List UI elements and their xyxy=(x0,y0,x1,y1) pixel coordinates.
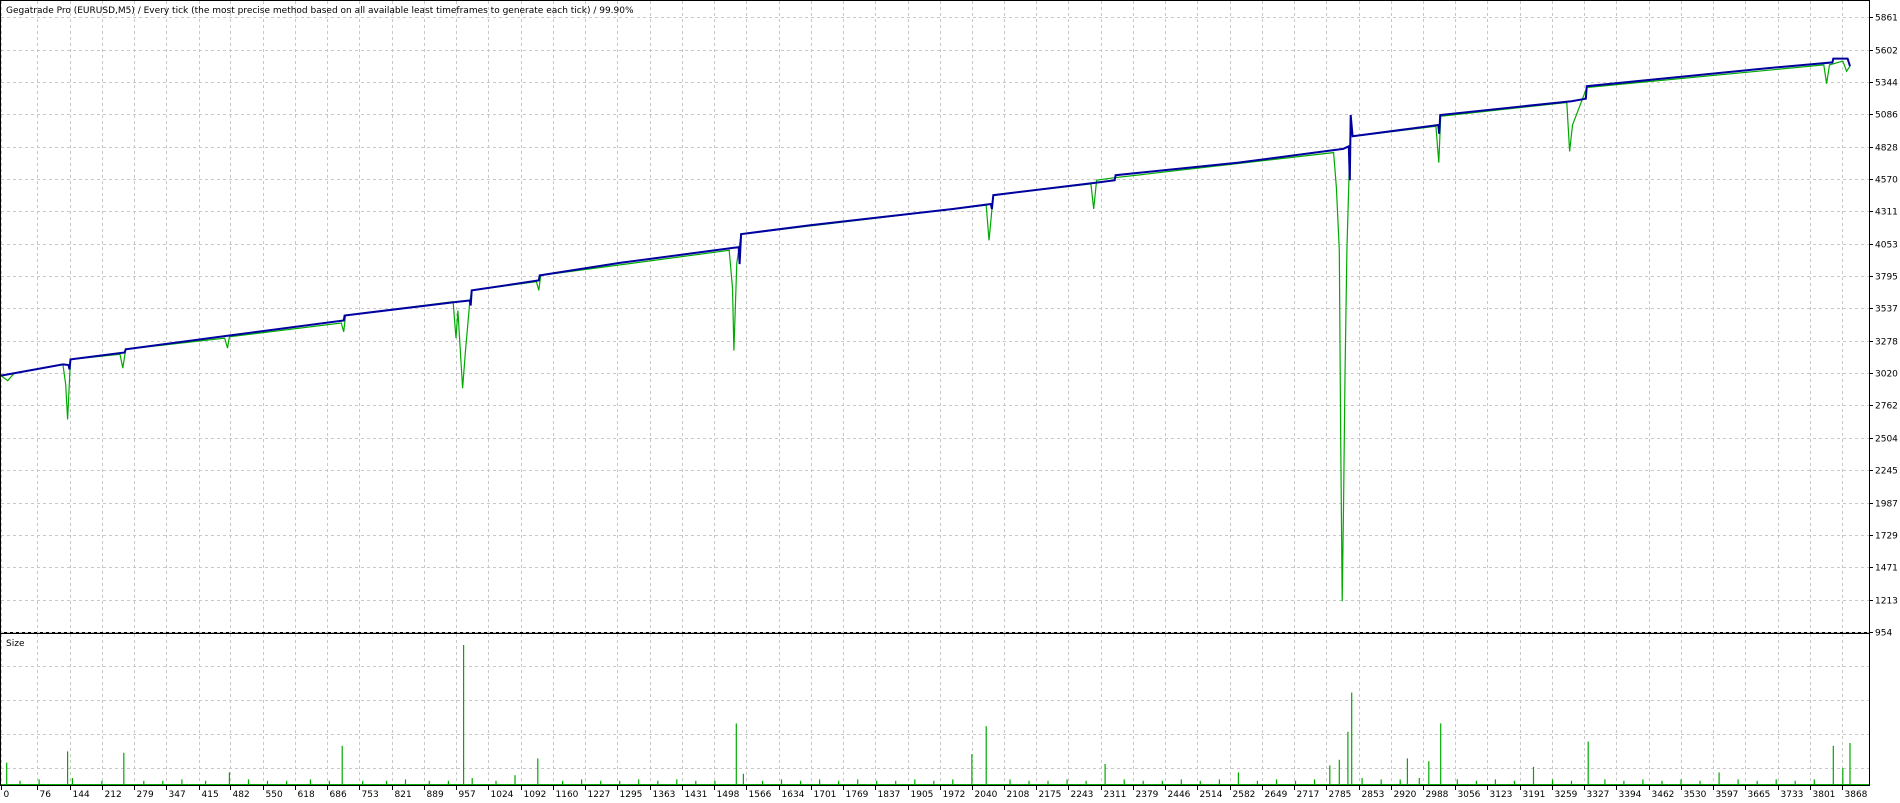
x-tick-label: 3665 xyxy=(1748,790,1771,799)
x-tick-label: 0 xyxy=(4,790,10,799)
x-tick-label: 2988 xyxy=(1426,790,1449,799)
y-tick-label: 4053 xyxy=(1875,241,1898,251)
x-tick-label: 3056 xyxy=(1458,790,1481,799)
y-tick-label: 3795 xyxy=(1875,273,1898,283)
x-tick-label: 144 xyxy=(73,790,90,799)
y-axis: 5861 5602 5344 5086 4828 4570 4311 4053 3795 3537… xyxy=(1869,14,1898,639)
x-tick-label: 2040 xyxy=(975,790,998,799)
x-tick-label: 279 xyxy=(137,790,154,799)
x-tick-label: 2175 xyxy=(1039,790,1062,799)
y-tick-label: 3020 xyxy=(1875,370,1898,380)
x-tick-label: 3462 xyxy=(1652,790,1675,799)
x-tick-label: 3868 xyxy=(1845,790,1868,799)
x-tick-label: 1160 xyxy=(556,790,579,799)
x-tick-label: 2446 xyxy=(1168,790,1191,799)
x-tick-label: 3733 xyxy=(1781,790,1804,799)
x-tick-label: 2311 xyxy=(1104,790,1127,799)
size-panel: Size xyxy=(0,633,1870,786)
x-tick-label: 753 xyxy=(362,790,379,799)
x-tick-label: 3530 xyxy=(1684,790,1707,799)
x-axis: 0 76 144 212 279 347 415 482 550 618 686 753 821 889 9… xyxy=(1,786,1868,800)
x-tick-label: 1431 xyxy=(685,790,708,799)
y-tick-label: 1213 xyxy=(1875,597,1898,607)
y-tick-label: 2504 xyxy=(1875,435,1898,445)
y-tick-label: 4570 xyxy=(1875,176,1898,186)
y-tick-label: 4828 xyxy=(1875,144,1898,154)
x-tick-label: 2379 xyxy=(1136,790,1159,799)
x-tick-label: 618 xyxy=(298,790,315,799)
x-tick-label: 347 xyxy=(169,790,186,799)
size-panel-title: Size xyxy=(6,639,25,649)
y-tick-label: 5344 xyxy=(1875,79,1898,89)
x-tick-label: 2853 xyxy=(1362,790,1385,799)
x-tick-label: 1769 xyxy=(846,790,869,799)
x-tick-label: 1227 xyxy=(588,790,611,799)
x-tick-label: 3123 xyxy=(1490,790,1513,799)
x-tick-label: 3394 xyxy=(1619,790,1642,799)
y-tick-label: 1987 xyxy=(1875,500,1898,510)
x-tick-label: 1498 xyxy=(717,790,740,799)
chart-title: Gegatrade Pro (EURUSD,M5) / Every tick (… xyxy=(6,6,634,16)
x-tick-label: 2514 xyxy=(1200,790,1223,799)
y-tick-label: 954 xyxy=(1875,629,1892,639)
y-tick-label: 5086 xyxy=(1875,111,1898,121)
tester-report-chart: Gegatrade Pro (EURUSD,M5) / Every tick (… xyxy=(0,0,1898,800)
x-tick-label: 3801 xyxy=(1813,790,1836,799)
y-tick-label: 1729 xyxy=(1875,532,1898,542)
y-tick-label: 2762 xyxy=(1875,402,1898,412)
x-tick-label: 821 xyxy=(395,790,412,799)
y-tick-label: 4311 xyxy=(1875,208,1898,218)
x-tick-label: 1363 xyxy=(653,790,676,799)
tester-graph: Gegatrade Pro (EURUSD,M5) / Every tick (… xyxy=(0,0,1900,800)
y-tick-label: 3278 xyxy=(1875,338,1898,348)
x-tick-label: 686 xyxy=(330,790,347,799)
x-tick-label: 2649 xyxy=(1265,790,1288,799)
x-tick-label: 2108 xyxy=(1007,790,1030,799)
x-tick-label: 3597 xyxy=(1716,790,1739,799)
x-tick-label: 2582 xyxy=(1233,790,1256,799)
x-tick-label: 1905 xyxy=(911,790,934,799)
x-tick-label: 1837 xyxy=(878,790,901,799)
balance-equity-panel: Gegatrade Pro (EURUSD,M5) / Every tick (… xyxy=(0,0,1870,633)
x-tick-label: 1566 xyxy=(749,790,772,799)
y-tick-label: 2245 xyxy=(1875,467,1898,477)
x-tick-label: 550 xyxy=(266,790,283,799)
x-tick-label: 2243 xyxy=(1071,790,1094,799)
y-tick-label: 5602 xyxy=(1875,47,1898,57)
x-tick-label: 957 xyxy=(459,790,476,799)
x-tick-label: 1092 xyxy=(524,790,547,799)
x-tick-label: 3327 xyxy=(1587,790,1610,799)
x-tick-label: 1701 xyxy=(814,790,837,799)
x-tick-label: 415 xyxy=(202,790,219,799)
x-tick-label: 1634 xyxy=(782,790,805,799)
x-tick-label: 212 xyxy=(105,790,122,799)
y-tick-label: 5861 xyxy=(1875,14,1898,24)
x-tick-label: 2717 xyxy=(1297,790,1320,799)
x-tick-label: 76 xyxy=(40,790,52,799)
x-tick-label: 2785 xyxy=(1329,790,1352,799)
x-tick-label: 889 xyxy=(427,790,444,799)
x-tick-label: 1972 xyxy=(943,790,966,799)
x-tick-label: 3259 xyxy=(1555,790,1578,799)
x-tick-label: 482 xyxy=(233,790,250,799)
y-tick-label: 3537 xyxy=(1875,305,1898,315)
x-tick-label: 2920 xyxy=(1394,790,1417,799)
x-tick-label: 1295 xyxy=(620,790,643,799)
x-tick-label: 3191 xyxy=(1523,790,1546,799)
x-tick-label: 1024 xyxy=(491,790,514,799)
y-tick-label: 1471 xyxy=(1875,564,1898,574)
